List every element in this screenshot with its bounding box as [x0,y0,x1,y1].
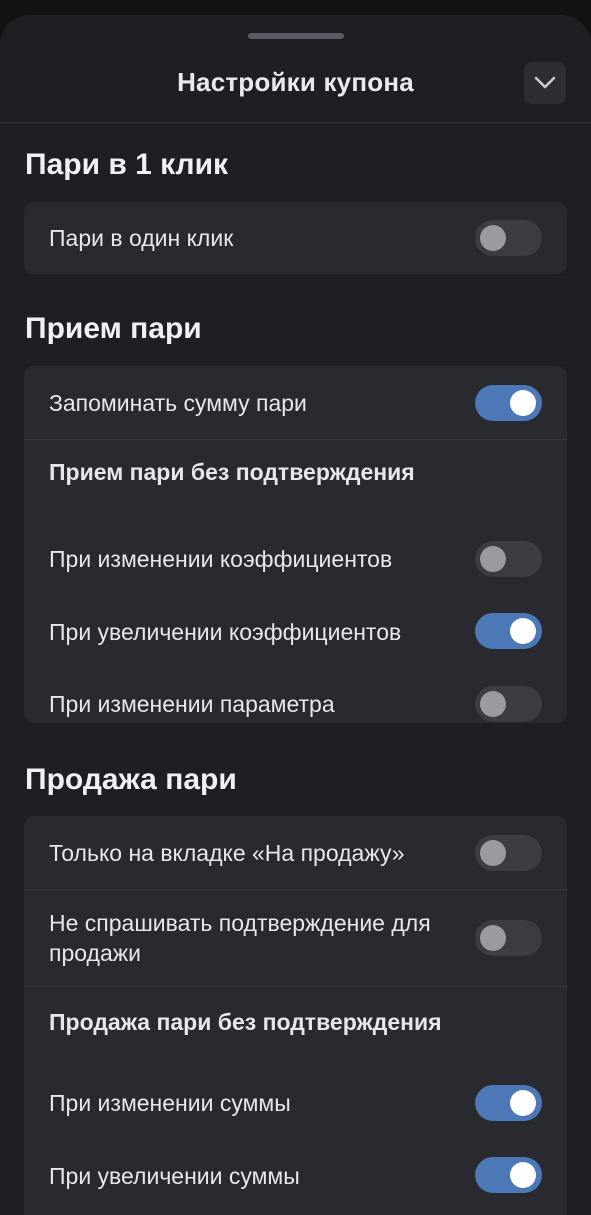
setting-row-sale-tab-only[interactable]: Только на вкладке «На продажу» [24,816,567,889]
card-one-click: Пари в один клик [24,202,567,274]
setting-row-odds-increase[interactable]: При увеличении коэффициентов [24,596,567,668]
setting-row-no-sale-confirm[interactable]: Не спрашивать подтверждение для продажи [24,890,567,986]
one-click-toggle[interactable] [475,220,542,256]
toggle-knob [480,225,506,251]
page-title: Настройки купона [177,67,414,97]
drag-handle[interactable] [248,33,344,39]
card-bet-acceptance: Запоминать сумму пари Прием пари без под… [24,366,567,723]
amount-increase-toggle[interactable] [475,1157,542,1193]
amount-change-toggle[interactable] [475,1085,542,1121]
subsection-title: Продажа пари без подтверждения [49,1009,442,1035]
setting-label: При изменении суммы [49,1090,291,1116]
toggle-knob [480,546,506,572]
section-title-one-click: Пари в 1 клик [25,148,229,181]
toggle-knob [510,1090,536,1116]
coupon-settings-sheet: Настройки купона Пари в 1 клик Пари в од… [0,15,591,1215]
toggle-knob [510,390,536,416]
setting-row-amount-increase[interactable]: При увеличении суммы [24,1140,567,1212]
setting-row-odds-change[interactable]: При изменении коэффициентов [24,524,567,596]
toggle-knob [510,618,536,644]
chevron-down-icon [534,76,556,89]
no-sale-confirm-toggle[interactable] [475,920,542,956]
setting-label: Запоминать сумму пари [49,390,307,416]
toggle-knob [480,925,506,951]
section-title-bet-sale: Продажа пари [25,763,237,796]
odds-increase-toggle[interactable] [475,613,542,649]
setting-row-remember-amount[interactable]: Запоминать сумму пари [24,366,567,439]
sale-tab-only-toggle[interactable] [475,835,542,871]
setting-label: Не спрашивать подтверждение для продажи [49,910,431,966]
setting-label: Пари в один клик [49,225,234,251]
setting-row-amount-change[interactable]: При изменении суммы [24,1068,567,1140]
collapse-button[interactable] [524,62,566,104]
parameter-change-toggle[interactable] [475,686,542,722]
subsection-title: Прием пари без подтверждения [49,459,415,485]
setting-label: При увеличении коэффициентов [49,619,402,645]
setting-label: При изменении коэффициентов [49,546,393,572]
subheader-row: Прием пари без подтверждения [24,440,567,500]
setting-label: Только на вкладке «На продажу» [49,840,405,866]
card-bet-sale: Только на вкладке «На продажу» Не спраши… [24,816,567,1215]
setting-row-one-click[interactable]: Пари в один клик [24,202,567,274]
toggle-knob [480,840,506,866]
toggle-knob [480,691,506,717]
odds-change-toggle[interactable] [475,541,542,577]
subheader-row: Продажа пари без подтверждения [24,987,567,1047]
remember-amount-toggle[interactable] [475,385,542,421]
section-title-bet-acceptance: Прием пари [25,312,202,345]
setting-row-parameter-change[interactable]: При изменении параметра [24,668,567,723]
setting-label: При изменении параметра [49,691,335,717]
sheet-header: Настройки купона [0,15,591,123]
